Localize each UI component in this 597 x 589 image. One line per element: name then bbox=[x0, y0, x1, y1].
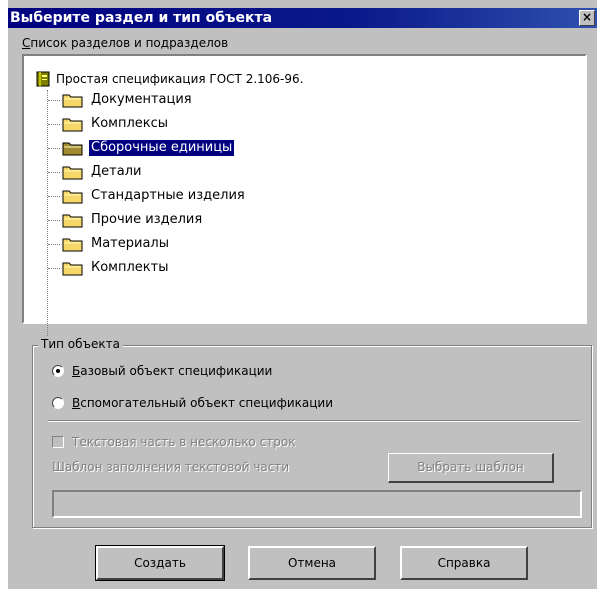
tree-branch-line bbox=[48, 99, 60, 101]
tree-item-label: Детали bbox=[91, 164, 142, 179]
tree-item[interactable]: Детали bbox=[48, 162, 143, 182]
folder-icon bbox=[62, 238, 83, 252]
template-label: Шаблон заполнения текстовой части bbox=[52, 460, 290, 474]
folder-icon bbox=[62, 118, 83, 132]
tree-root-label: Простая спецификация ГОСТ 2.106-96. bbox=[56, 72, 304, 86]
folder-icon bbox=[62, 190, 83, 204]
text-part-checkbox-box[interactable] bbox=[52, 436, 64, 448]
group-separator bbox=[48, 420, 580, 422]
tree-branch-line bbox=[48, 171, 60, 173]
object-type-title: Тип объекта bbox=[38, 337, 123, 351]
template-field[interactable] bbox=[52, 490, 582, 518]
folder-icon bbox=[62, 262, 83, 276]
aux-object-label: Вспомогательный объект спецификации bbox=[72, 396, 333, 410]
cancel-button[interactable]: Отмена bbox=[248, 546, 376, 580]
tree-label: Список разделов и подразделов bbox=[22, 36, 229, 50]
tree-item-label: Материалы bbox=[91, 236, 169, 251]
tree-item-label: Документация bbox=[91, 92, 192, 107]
create-button[interactable]: Создать bbox=[95, 545, 225, 581]
folder-icon bbox=[62, 94, 83, 108]
tree-branch-line bbox=[48, 219, 60, 221]
dialog-window: Выберите раздел и тип объекта × Список р… bbox=[8, 0, 597, 589]
tree-branch-line bbox=[48, 195, 60, 197]
aux-object-radio[interactable]: Вспомогательный объект спецификации bbox=[52, 394, 333, 412]
tree-branch-line bbox=[48, 123, 60, 125]
base-object-label: Базовый объект спецификации bbox=[72, 364, 273, 378]
choose-template-button[interactable]: Выбрать шаблон bbox=[388, 453, 554, 483]
tree-branch-line bbox=[48, 267, 60, 269]
tree-item-label: Сборочные единицы bbox=[89, 140, 235, 156]
tree-item[interactable]: Материалы bbox=[48, 234, 171, 254]
tree-root-item[interactable]: Простая спецификация ГОСТ 2.106-96. bbox=[36, 70, 303, 88]
title-bar[interactable]: Выберите раздел и тип объекта × bbox=[8, 8, 597, 28]
tree-item[interactable]: Комплексы bbox=[48, 114, 170, 134]
tree-item[interactable]: Сборочные единицы bbox=[48, 138, 235, 158]
text-part-label: Текстовая часть в несколько строк bbox=[72, 435, 296, 449]
folder-icon bbox=[62, 214, 83, 228]
tree-branch-line bbox=[48, 243, 60, 245]
folder-icon bbox=[62, 166, 83, 180]
close-button[interactable]: × bbox=[579, 10, 595, 26]
book-icon bbox=[36, 71, 50, 87]
tree-branch-line bbox=[48, 147, 60, 149]
radio-aux-indicator[interactable] bbox=[52, 397, 64, 409]
folder-open-icon bbox=[62, 142, 83, 156]
tree-item[interactable]: Прочие изделия bbox=[48, 210, 204, 230]
close-icon: × bbox=[581, 10, 593, 24]
tree-item[interactable]: Документация bbox=[48, 90, 194, 110]
section-tree[interactable]: Простая спецификация ГОСТ 2.106-96. Доку… bbox=[22, 54, 587, 336]
base-object-radio[interactable]: Базовый объект спецификации bbox=[52, 362, 272, 380]
tree-item-label: Прочие изделия bbox=[91, 212, 203, 227]
help-button[interactable]: Справка bbox=[400, 546, 528, 580]
tree-item-label: Комплексы bbox=[91, 116, 169, 131]
tree-item[interactable]: Стандартные изделия bbox=[48, 186, 247, 206]
radio-base-indicator[interactable] bbox=[52, 365, 64, 377]
tree-item-label: Комплекты bbox=[91, 260, 169, 275]
tree-item-label: Стандартные изделия bbox=[91, 188, 245, 203]
tree-item[interactable]: Комплекты bbox=[48, 258, 171, 278]
window-title: Выберите раздел и тип объекта bbox=[10, 10, 273, 26]
text-part-checkbox[interactable]: Текстовая часть в несколько строк bbox=[52, 434, 296, 450]
